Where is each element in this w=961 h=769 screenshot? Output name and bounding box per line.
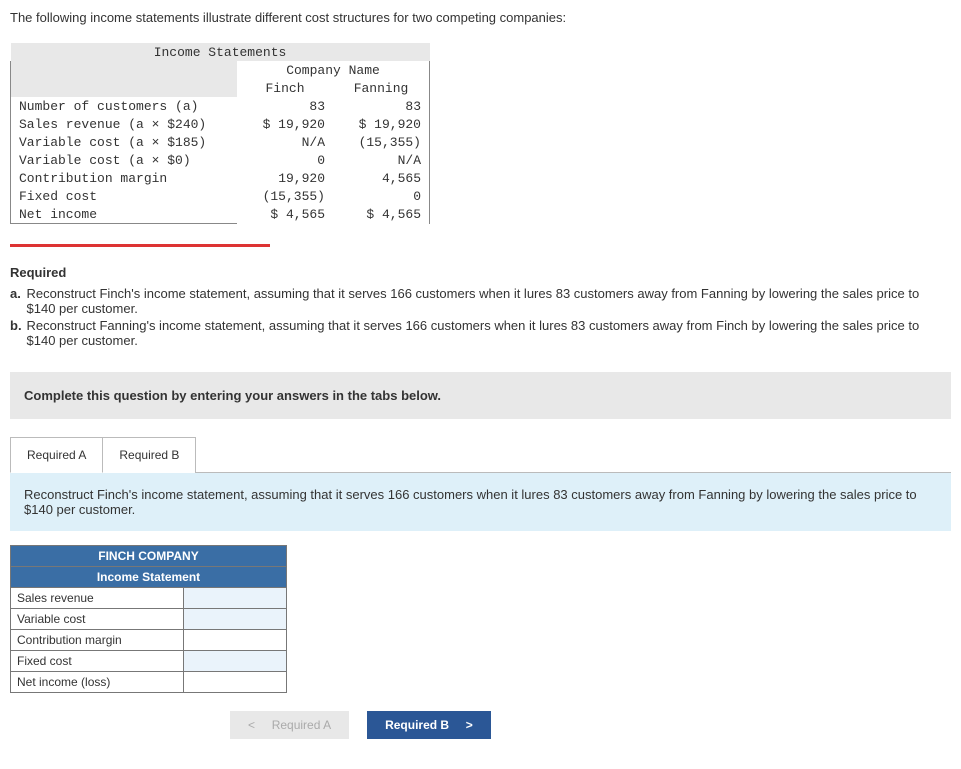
- row-label: Variable cost (a × $185): [11, 133, 238, 151]
- cell: 0: [237, 151, 333, 169]
- cell: $ 4,565: [333, 205, 430, 224]
- cell: 83: [237, 97, 333, 115]
- chevron-left-icon: <: [248, 718, 255, 732]
- company-name-header: Company Name: [237, 61, 430, 79]
- required-b-text: Reconstruct Fanning's income statement, …: [27, 318, 951, 348]
- answer-row-label: Variable cost: [11, 609, 184, 630]
- answer-computed: [184, 630, 287, 651]
- divider-accent: [10, 244, 270, 247]
- chevron-right-icon: >: [466, 718, 473, 732]
- answer-computed: [184, 672, 287, 693]
- col-fanning: Fanning: [333, 79, 430, 97]
- cell: 0: [333, 187, 430, 205]
- nav-buttons: < Required A Required B >: [230, 711, 951, 739]
- table-caption: Income Statements: [11, 43, 430, 61]
- cell: N/A: [333, 151, 430, 169]
- next-label: Required B: [385, 718, 449, 732]
- col-finch: Finch: [237, 79, 333, 97]
- answer-row-label: Contribution margin: [11, 630, 184, 651]
- cell: (15,355): [333, 133, 430, 151]
- answer-row-label: Fixed cost: [11, 651, 184, 672]
- instruction-bar: Complete this question by entering your …: [10, 372, 951, 419]
- tab-required-a[interactable]: Required A: [10, 437, 103, 473]
- answer-title-2: Income Statement: [11, 567, 287, 588]
- cell: 83: [333, 97, 430, 115]
- required-list: a. Reconstruct Finch's income statement,…: [10, 286, 951, 348]
- answer-input[interactable]: [184, 588, 287, 609]
- tab-required-b[interactable]: Required B: [103, 437, 196, 473]
- row-label: Net income: [11, 205, 238, 224]
- income-statements-table: Income Statements Company Name Finch Fan…: [10, 43, 430, 224]
- prev-button[interactable]: < Required A: [230, 711, 349, 739]
- cell: 19,920: [237, 169, 333, 187]
- cell: 4,565: [333, 169, 430, 187]
- cell: $ 19,920: [333, 115, 430, 133]
- tab-bar: Required A Required B: [10, 437, 951, 473]
- answer-table: FINCH COMPANY Income Statement Sales rev…: [10, 545, 287, 693]
- cell: $ 19,920: [237, 115, 333, 133]
- answer-input[interactable]: [184, 651, 287, 672]
- row-label: Number of customers (a): [11, 97, 238, 115]
- tab-panel-text: Reconstruct Finch's income statement, as…: [10, 472, 951, 531]
- required-a-text: Reconstruct Finch's income statement, as…: [27, 286, 951, 316]
- row-label: Fixed cost: [11, 187, 238, 205]
- cell: $ 4,565: [237, 205, 333, 224]
- answer-row-label: Net income (loss): [11, 672, 184, 693]
- answer-title-1: FINCH COMPANY: [11, 546, 287, 567]
- cell: N/A: [237, 133, 333, 151]
- required-heading: Required: [10, 265, 951, 280]
- prev-label: Required A: [272, 718, 331, 732]
- answer-input[interactable]: [184, 609, 287, 630]
- intro-text: The following income statements illustra…: [10, 10, 951, 25]
- row-label: Sales revenue (a × $240): [11, 115, 238, 133]
- row-label: Contribution margin: [11, 169, 238, 187]
- cell: (15,355): [237, 187, 333, 205]
- next-button[interactable]: Required B >: [367, 711, 491, 739]
- answer-row-label: Sales revenue: [11, 588, 184, 609]
- row-label: Variable cost (a × $0): [11, 151, 238, 169]
